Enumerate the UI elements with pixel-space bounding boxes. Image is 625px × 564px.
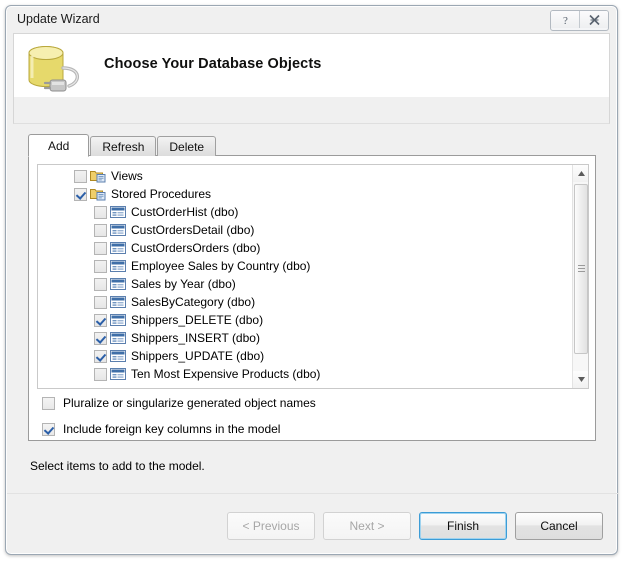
- cancel-button[interactable]: Cancel: [515, 512, 603, 540]
- tree-item-label: CustOrdersOrders (dbo): [131, 241, 261, 255]
- tab-refresh-label: Refresh: [102, 139, 145, 154]
- caption-buttons: ?: [550, 10, 609, 31]
- tree-row[interactable]: Ten Most Expensive Products (dbo): [38, 365, 572, 383]
- tab-strip: Add Refresh Delete: [28, 134, 217, 157]
- tree-item-label: Shippers_UPDATE (dbo): [131, 349, 265, 363]
- footer-buttons: < Previous Next > Finish Cancel: [227, 512, 603, 540]
- stored-procedure-icon: [110, 349, 126, 363]
- database-connection-icon: [28, 46, 79, 92]
- tab-panel-add: Views Stored Procedures CustOrderHist (d…: [28, 155, 596, 441]
- database-objects-tree[interactable]: Views Stored Procedures CustOrderHist (d…: [37, 164, 589, 389]
- tree-checkbox-sales-by-year[interactable]: [94, 277, 107, 291]
- tab-delete[interactable]: Delete: [157, 136, 217, 156]
- tree-checkbox-shippers-insert[interactable]: [94, 331, 107, 345]
- cancel-button-label: Cancel: [540, 519, 578, 533]
- tree-items-container: Views Stored Procedures CustOrderHist (d…: [38, 165, 572, 388]
- tree-row[interactable]: Shippers_UPDATE (dbo): [38, 347, 572, 365]
- footer-separator: [7, 493, 618, 494]
- tree-row[interactable]: Sales by Year (dbo): [38, 275, 572, 293]
- title-bar: Update Wizard ?: [6, 6, 617, 34]
- tree-item-label: Sales by Year (dbo): [131, 277, 236, 291]
- tab-add-label: Add: [48, 138, 70, 153]
- tab-refresh[interactable]: Refresh: [90, 136, 157, 156]
- scroll-thumb[interactable]: [574, 184, 588, 354]
- tree-checkbox-ten-most-expensive-products[interactable]: [94, 367, 107, 381]
- question-mark-icon: ?: [563, 15, 568, 26]
- previous-button[interactable]: < Previous: [227, 512, 315, 540]
- tree-item-label: Stored Procedures: [111, 187, 212, 201]
- tree-item-label: CustOrderHist (dbo): [131, 205, 239, 219]
- tree-row[interactable]: Shippers_DELETE (dbo): [38, 311, 572, 329]
- tree-item-label: SalesByCategory (dbo): [131, 295, 256, 309]
- option-pluralize[interactable]: Pluralize or singularize generated objec…: [42, 396, 316, 410]
- stored-procedure-icon: [110, 277, 126, 291]
- update-wizard-dialog: Update Wizard ? Choose Your Database Obj…: [5, 5, 618, 555]
- tree-checkbox-custordersorders[interactable]: [94, 241, 107, 255]
- option-foreign-keys-label: Include foreign key columns in the model: [63, 422, 281, 436]
- tree-item-label: Shippers_DELETE (dbo): [131, 313, 264, 327]
- next-button-label: Next >: [349, 519, 385, 533]
- header-strip: [13, 97, 610, 124]
- folder-views-icon: [90, 169, 106, 183]
- option-foreign-keys-checkbox[interactable]: [42, 422, 55, 436]
- header-banner: Choose Your Database Objects: [13, 33, 610, 97]
- stored-procedure-icon: [110, 241, 126, 255]
- option-foreign-keys[interactable]: Include foreign key columns in the model: [42, 422, 280, 436]
- stored-procedure-icon: [110, 223, 126, 237]
- tree-row[interactable]: Stored Procedures: [38, 185, 572, 203]
- triangle-up-icon: [577, 171, 585, 176]
- tree-item-label: Employee Sales by Country (dbo): [131, 259, 311, 273]
- scroll-down-button[interactable]: [573, 371, 588, 388]
- tab-delete-label: Delete: [169, 139, 205, 154]
- finish-button[interactable]: Finish: [419, 512, 507, 540]
- tab-add[interactable]: Add: [28, 134, 90, 157]
- tree-row[interactable]: Shippers_INSERT (dbo): [38, 329, 572, 347]
- tree-vertical-scrollbar[interactable]: [572, 165, 588, 388]
- stored-procedure-icon: [110, 259, 126, 273]
- stored-procedure-icon: [110, 313, 126, 327]
- stored-procedure-icon: [110, 295, 126, 309]
- page-title: Choose Your Database Objects: [104, 56, 322, 72]
- tree-row[interactable]: CustOrderHist (dbo): [38, 203, 572, 221]
- option-pluralize-label: Pluralize or singularize generated objec…: [63, 396, 316, 410]
- stored-procedure-icon: [110, 367, 126, 381]
- svg-text:?: ?: [563, 15, 568, 26]
- triangle-down-icon: [577, 377, 585, 382]
- tree-checkbox-employee-sales-by-country[interactable]: [94, 259, 107, 273]
- scroll-thumb-grip: [578, 265, 585, 273]
- folder-procedures-icon: [90, 187, 106, 201]
- option-pluralize-checkbox[interactable]: [42, 396, 55, 410]
- tree-row[interactable]: SalesByCategory (dbo): [38, 293, 572, 311]
- tree-item-label: CustOrdersDetail (dbo): [131, 223, 255, 237]
- tree-row[interactable]: Employee Sales by Country (dbo): [38, 257, 572, 275]
- close-button[interactable]: [579, 11, 608, 28]
- status-text: Select items to add to the model.: [30, 459, 205, 473]
- scroll-up-button[interactable]: [573, 165, 588, 182]
- tree-checkbox-custorderhist[interactable]: [94, 205, 107, 219]
- help-button[interactable]: ?: [551, 11, 579, 28]
- tree-item-label: Ten Most Expensive Products (dbo): [131, 367, 321, 381]
- window-title: Update Wizard: [17, 12, 100, 26]
- tree-row[interactable]: CustOrdersOrders (dbo): [38, 239, 572, 257]
- tree-checkbox-shippers-delete[interactable]: [94, 313, 107, 327]
- tree-checkbox-custordersdetail[interactable]: [94, 223, 107, 237]
- tree-checkbox-shippers-update[interactable]: [94, 349, 107, 363]
- close-icon: [588, 14, 600, 25]
- next-button[interactable]: Next >: [323, 512, 411, 540]
- finish-button-label: Finish: [446, 519, 479, 533]
- tree-row[interactable]: Views: [38, 167, 572, 185]
- tree-checkbox-salesbycategory[interactable]: [94, 295, 107, 309]
- tree-checkbox-stored-procedures[interactable]: [74, 187, 87, 201]
- stored-procedure-icon: [110, 331, 126, 345]
- tree-item-label: Views: [111, 169, 143, 183]
- previous-button-label: < Previous: [242, 519, 300, 533]
- tree-row[interactable]: CustOrdersDetail (dbo): [38, 221, 572, 239]
- tree-item-label: Shippers_INSERT (dbo): [131, 331, 260, 345]
- tree-checkbox-views[interactable]: [74, 169, 87, 183]
- stored-procedure-icon: [110, 205, 126, 219]
